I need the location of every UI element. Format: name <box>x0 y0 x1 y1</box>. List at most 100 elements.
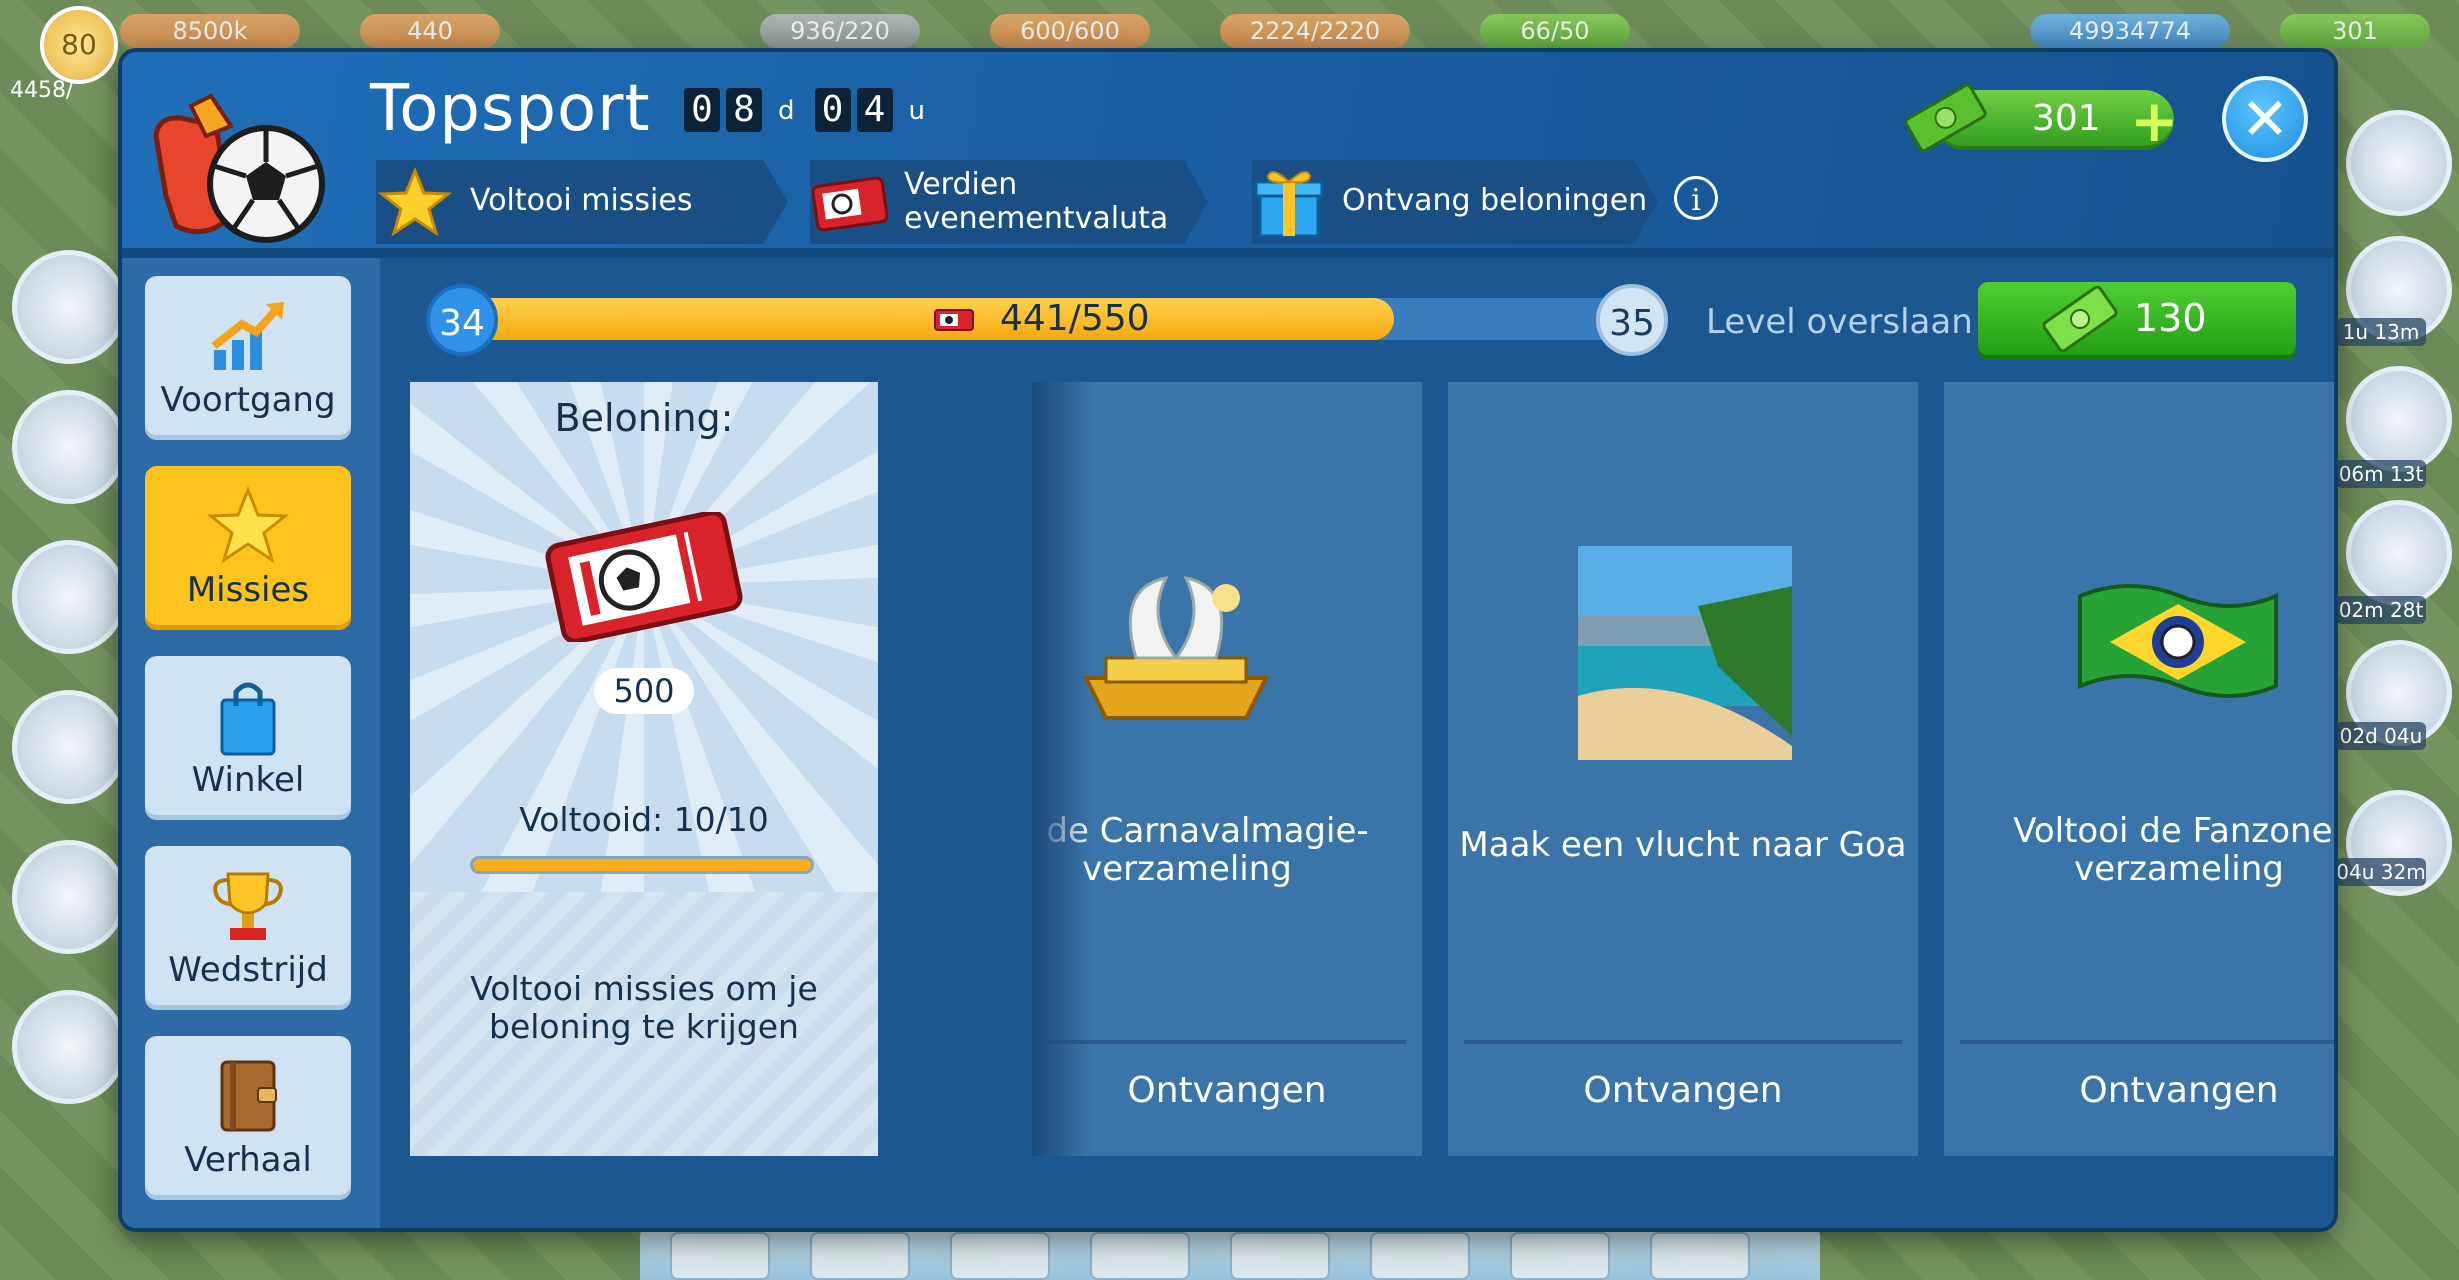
hud-keys[interactable]: 66/50 <box>1480 14 1630 48</box>
reward-hint: Voltooi missies om je beloning te krijge… <box>470 969 818 1046</box>
add-cash-plus-icon[interactable]: + <box>2130 92 2179 150</box>
side-bubble-left-5[interactable] <box>12 840 126 954</box>
dialog-header: Topsport 0 8 d 0 4 u Voltooi missies Ver… <box>122 52 2334 258</box>
reward-completed-bar <box>470 856 814 874</box>
receive-button[interactable]: Ontvangen <box>1944 1070 2334 1111</box>
mission-text: Maak een vlucht naar Goa <box>1459 825 1907 865</box>
sidebar-item-story[interactable]: Verhaal <box>145 1036 351 1200</box>
side-timer: 06m 13t <box>2336 460 2426 488</box>
countdown-digit: 4 <box>856 88 893 132</box>
star-icon <box>378 167 452 237</box>
sidebar-item-label: Missies <box>186 570 310 610</box>
event-ticket-icon <box>545 512 743 642</box>
side-timer: 1u 13m <box>2336 318 2426 346</box>
tab-label: Ontvang beloningen <box>1342 183 1648 218</box>
missions-panel: 34 35 441/550 Level overslaan 130 Beloni… <box>380 258 2334 1228</box>
sidebar-item-progress[interactable]: Voortgang <box>145 276 351 440</box>
side-bubble-left-6[interactable] <box>12 990 126 1104</box>
side-bubble-left-4[interactable] <box>12 690 126 804</box>
event-ticket-icon <box>934 309 974 331</box>
hud-cash[interactable]: 301 <box>2280 14 2430 48</box>
mission-divider <box>1960 1040 2334 1044</box>
sidebar-item-label: Verhaal <box>184 1140 312 1180</box>
side-timer: 02d 04u <box>2336 722 2426 750</box>
hud-materials[interactable]: 2224/2220 <box>1220 14 1410 48</box>
scroll-fade <box>1032 382 1092 1156</box>
hud-coins[interactable]: 8500k <box>120 14 300 48</box>
level-progress-text: 441/550 <box>1000 298 1150 339</box>
reward-card-top: Beloning: 500 Voltooid: 10/10 <box>410 382 878 892</box>
event-dialog: Topsport 0 8 d 0 4 u Voltooi missies Ver… <box>122 52 2334 1228</box>
player-level-badge[interactable]: 80 <box>40 6 118 84</box>
mission-divider <box>1048 1040 1406 1044</box>
sidebar-item-shop[interactable]: Winkel <box>145 656 351 820</box>
reward-completed-text: Voltooid: 10/10 <box>519 800 769 839</box>
next-level-node: 35 <box>1596 284 1668 356</box>
event-countdown: 0 8 d 0 4 u <box>684 88 939 132</box>
event-sidebar: Voortgang Missies Winkel Wedstrijd Verha… <box>122 258 380 1228</box>
cash-value: 301 <box>2032 98 2101 139</box>
hud-stars[interactable]: 440 <box>360 14 500 48</box>
progress-arrow-icon <box>211 302 284 370</box>
level-progress-fill <box>450 298 1394 340</box>
football-boot-icon <box>153 93 325 243</box>
mission-card[interactable]: Maak een vlucht naar Goa Ontvangen <box>1448 382 1918 1156</box>
tab-label: Verdien evenementvaluta <box>904 167 1169 236</box>
side-bubble-right-3[interactable] <box>2346 366 2452 472</box>
star-icon <box>206 485 290 564</box>
sidebar-item-label: Winkel <box>191 760 305 800</box>
mission-card[interactable]: oi de Carnavalmagie-verzameling Ontvange… <box>1032 382 1422 1156</box>
event-title: Topsport <box>370 72 651 146</box>
reward-title: Beloning: <box>554 396 734 440</box>
close-button[interactable]: ✕ <box>2222 76 2308 162</box>
hud-top-bar: 8500k 440 936/220 600/600 2224/2220 66/5… <box>0 0 2459 52</box>
event-ticket-icon <box>812 176 888 232</box>
sidebar-item-label: Voortgang <box>160 380 336 420</box>
side-timer: 02m 28t <box>2336 596 2426 624</box>
current-level-node: 34 <box>426 284 498 356</box>
sidebar-item-competition[interactable]: Wedstrijd <box>145 846 351 1010</box>
goa-beach-image <box>1578 546 1792 760</box>
sidebar-item-label: Wedstrijd <box>168 950 328 990</box>
gift-icon <box>1254 171 1324 238</box>
cash-bundle-icon <box>2042 286 2118 352</box>
carnival-float-image <box>1082 575 1270 720</box>
tab-label: Voltooi missies <box>470 183 693 218</box>
reward-card-bottom: Voltooi missies om je beloning te krijge… <box>410 892 878 1156</box>
hud-fuel[interactable]: 936/220 <box>760 14 920 48</box>
side-bubble-left-3[interactable] <box>12 540 126 654</box>
side-bubble-right-4[interactable] <box>2346 500 2452 606</box>
countdown-digit: 0 <box>814 88 851 132</box>
toolbar-button[interactable] <box>1510 1232 1610 1280</box>
mission-divider <box>1464 1040 1902 1044</box>
side-bubble-right-1[interactable] <box>2346 110 2452 216</box>
toolbar-button[interactable] <box>1090 1232 1190 1280</box>
bottom-toolbar <box>640 1226 1820 1280</box>
mission-text: Voltooi de Fanzone-verzameling <box>2013 811 2334 889</box>
receive-button[interactable]: Ontvangen <box>1448 1070 1918 1111</box>
toolbar-button[interactable] <box>1230 1232 1330 1280</box>
mission-card[interactable]: Voltooi de Fanzone-verzameling Ontvangen <box>1944 382 2334 1156</box>
hud-energy[interactable]: 600/600 <box>990 14 1150 48</box>
side-timer: 04u 32m <box>2336 858 2426 886</box>
brazil-flag-image <box>2078 584 2278 698</box>
book-icon <box>220 1060 277 1132</box>
toolbar-button[interactable] <box>950 1232 1050 1280</box>
countdown-unit-days: d <box>778 96 795 126</box>
shopping-bag-icon <box>220 682 276 756</box>
side-bubble-left-2[interactable] <box>12 390 126 504</box>
reward-card: Beloning: 500 Voltooid: 10/10 Voltooi mi… <box>410 382 878 1156</box>
toolbar-button[interactable] <box>670 1232 770 1280</box>
toolbar-button[interactable] <box>1650 1232 1750 1280</box>
skip-level-label: Level overslaan <box>1706 302 1973 342</box>
trophy-icon <box>213 872 283 940</box>
toolbar-button[interactable] <box>1370 1232 1470 1280</box>
cash-bundle-icon <box>1904 83 1987 152</box>
skip-level-cost: 130 <box>2134 296 2207 340</box>
toolbar-button[interactable] <box>810 1232 910 1280</box>
reward-quantity: 500 <box>594 668 694 714</box>
info-button[interactable]: i <box>1674 176 1718 220</box>
sidebar-item-missions[interactable]: Missies <box>145 466 351 630</box>
hud-gold[interactable]: 49934774 <box>2030 14 2230 48</box>
side-bubble-left-1[interactable] <box>12 250 126 364</box>
